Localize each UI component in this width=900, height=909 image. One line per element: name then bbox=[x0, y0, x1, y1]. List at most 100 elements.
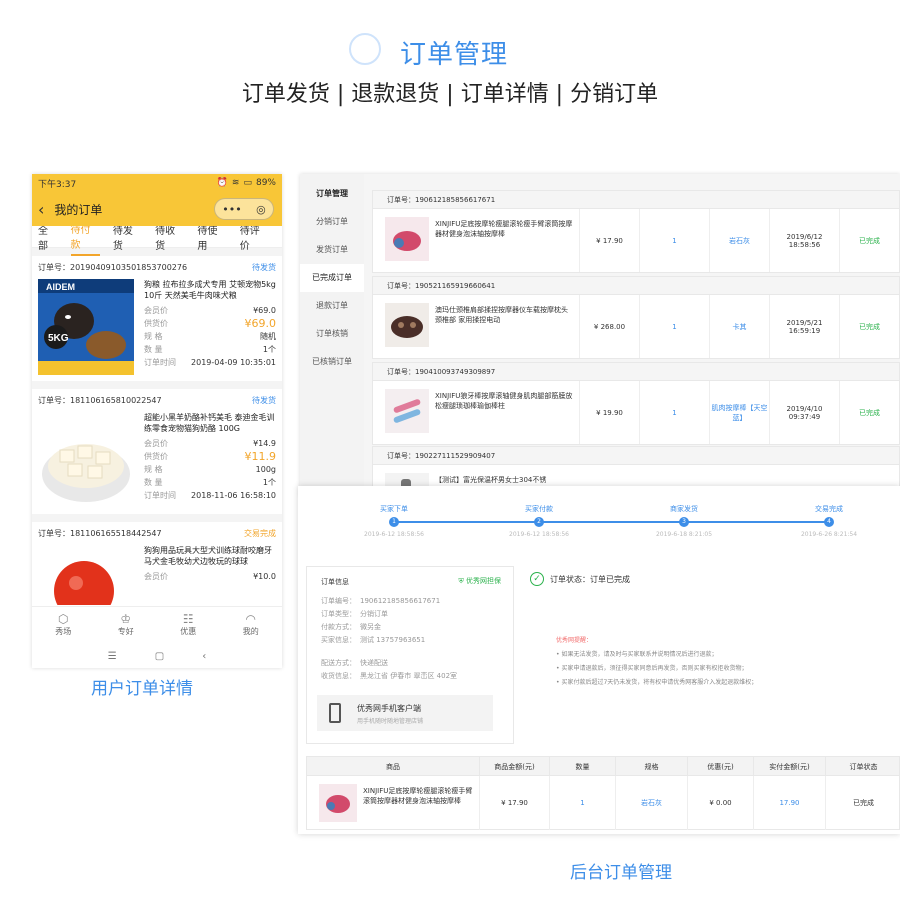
col-header: 商品 bbox=[386, 763, 400, 771]
step-label: 买家付款 bbox=[525, 505, 553, 513]
tip-item: • 买家申请退款后，须征得买家同意后再发货，否则买家有权拒收货物； bbox=[556, 665, 748, 672]
admin-spec: 卡其 bbox=[709, 295, 769, 358]
order-progress-steps: 买家下单 1 2019-6-12 18:58:56 买家付款 2 2019-6-… bbox=[298, 486, 900, 546]
sidebar-item-verify[interactable]: 订单核销 bbox=[300, 320, 364, 348]
admin-status: 已完成 bbox=[839, 209, 899, 272]
page-title: 订单管理 bbox=[400, 40, 509, 70]
admin-order-card: 订单号：190612185856617671 XINJIFU足底按摩轮瘦腿滚轮瘦… bbox=[372, 190, 900, 273]
tab-label: 专好 bbox=[117, 627, 134, 636]
step-label: 买家下单 bbox=[380, 505, 408, 513]
field-label: 会员价 bbox=[144, 439, 168, 448]
bottom-tab-bar: ⬡ 秀场 ♔ 专好 ☷ 优惠 ◠ 我的 bbox=[32, 606, 282, 642]
admin-time: 2019/6/12 18:58:56 bbox=[769, 209, 839, 272]
sidebar-item-distribution[interactable]: 分销订单 bbox=[300, 208, 364, 236]
weight-badge-text: 5KG bbox=[48, 333, 69, 344]
order-info-panel: 订单信息 ⛨ 优秀网担保 订单编号： 190612185856617671 订单类… bbox=[306, 566, 514, 744]
mobile-app-card[interactable]: 优秀网手机客户端 用手机随时随地管理店铺 bbox=[317, 695, 493, 731]
admin-time: 2019/5/21 16:59:19 bbox=[769, 295, 839, 358]
system-nav-bar: ☰ ▢ ‹ bbox=[32, 644, 282, 668]
tab-favorites[interactable]: ♔ 专好 bbox=[118, 612, 134, 637]
field-label: 订单时间 bbox=[144, 491, 176, 500]
wifi-icon: ≋ bbox=[231, 178, 240, 188]
alarm-icon: ⏰ bbox=[216, 178, 228, 188]
field-label: 规 格 bbox=[144, 332, 163, 341]
tip-item: • 如果无法发货，请及时与买家联系并说明情况后进行退款； bbox=[556, 651, 718, 658]
tips-heading: 优秀网提醒： bbox=[556, 637, 593, 644]
supply-price: ¥69.0 bbox=[244, 317, 277, 330]
field-label: 数 量 bbox=[144, 478, 163, 487]
field-label: 会员价 bbox=[144, 306, 168, 315]
admin-product-name: 澳玛仕颈椎肩部揉捏按摩器仪车载按摩枕头颈椎部 家用揉捏电动 bbox=[435, 306, 568, 324]
menu-icon[interactable]: ☰ bbox=[108, 651, 117, 662]
admin-order-row[interactable]: XINJIFU狼牙棒按摩滚轴健身肌肉腿部筋膜放松瘦腿琐珈棒瑜伽棒柱 ¥ 19.9… bbox=[373, 381, 899, 444]
spec-value: 随机 bbox=[260, 332, 276, 341]
battery-level: 89% bbox=[255, 178, 276, 188]
order-status: 待发货 bbox=[252, 263, 276, 272]
product-thumb bbox=[319, 784, 357, 822]
tab-showroom[interactable]: ⬡ 秀场 bbox=[55, 612, 71, 637]
admin-spec: 肌肉按摩棒【天空蓝】 bbox=[709, 381, 769, 444]
product-name: 狗狗用品玩具大型犬训练球耐咬磨牙马犬金毛牧幼犬边牧玩的球球 bbox=[144, 546, 272, 566]
more-dots-icon[interactable]: ••• bbox=[222, 203, 241, 216]
product-thumb bbox=[385, 303, 429, 347]
check-circle-icon: ✓ bbox=[530, 572, 544, 586]
miniapp-capsule[interactable]: ••• ◎ bbox=[214, 198, 274, 220]
sidebar-item-refund[interactable]: 退款订单 bbox=[300, 292, 364, 320]
admin-product-name: XINJIFU足底按摩轮瘦腿滚轮瘦手臂滚筒按摩器材健身泡沫轴按摩棒 bbox=[435, 220, 573, 238]
order-status-line: ✓ 订单状态：订单已完成 bbox=[530, 572, 630, 586]
back-icon[interactable]: ‹ bbox=[202, 651, 206, 662]
table-paid: 17.90 bbox=[753, 776, 825, 830]
sidebar-item-verified[interactable]: 已核销订单 bbox=[300, 348, 364, 376]
order-item[interactable]: 超能小黑羊奶酪补钙美毛 泰迪金毛训练零食宠物猫狗奶酪 100G 会员价 ¥14.9… bbox=[32, 412, 282, 514]
shield-icon: ⛨ bbox=[458, 577, 464, 585]
admin-order-row[interactable]: XINJIFU足底按摩轮瘦腿滚轮瘦手臂滚筒按摩器材健身泡沫轴按摩棒 ¥ 17.9… bbox=[373, 209, 899, 272]
step-dot: 1 bbox=[389, 517, 399, 527]
admin-order-number: 订单号：190410093749309897 bbox=[373, 363, 899, 381]
step-complete: 交易完成 4 2019-6-26 8:21:54 bbox=[774, 504, 884, 538]
order-status: 交易完成 bbox=[244, 529, 276, 538]
table-row[interactable]: XINJIFU足底按摩轮瘦腿滚轮瘦手臂滚筒按摩器材健身泡沫轴按摩棒 ¥ 17.9… bbox=[306, 776, 900, 830]
admin-order-list: 订单管理 分销订单 发货订单 已完成订单 退款订单 订单核销 已核销订单 订单号… bbox=[300, 174, 900, 496]
col-header: 规格 bbox=[615, 757, 687, 777]
home-icon[interactable]: ▢ bbox=[155, 651, 164, 662]
close-target-icon[interactable]: ◎ bbox=[256, 203, 266, 216]
back-arrow-icon[interactable]: ‹ bbox=[38, 200, 44, 219]
col-header: 订单状态 bbox=[825, 757, 900, 777]
sidebar-heading: 订单管理 bbox=[316, 189, 348, 198]
admin-order-card: 订单号：190521165919660641 澳玛仕颈椎肩部揉捏按摩器仪车载按摩… bbox=[372, 276, 900, 359]
order-number: 订单号：181106165518442547 bbox=[38, 529, 162, 538]
page-subtitle: 订单发货 | 退款退货 | 订单详情 | 分销订单 bbox=[241, 82, 659, 107]
buyer-info-value: 测试 13757963651 bbox=[360, 636, 426, 644]
showroom-icon: ⬡ bbox=[58, 612, 69, 626]
admin-qty: 1 bbox=[639, 381, 709, 444]
col-header: 商品金额(元) bbox=[479, 757, 549, 777]
sidebar-item-completed[interactable]: 已完成订单 bbox=[300, 264, 364, 292]
order-status: 待发货 bbox=[252, 396, 276, 405]
admin-price: ¥ 19.90 bbox=[579, 381, 639, 444]
promo-canvas: 订单管理 订单发货 | 退款退货 | 订单详情 | 分销订单 下午3:37 ⏰ … bbox=[0, 0, 900, 909]
sidebar-item-shipping[interactable]: 发货订单 bbox=[300, 236, 364, 264]
admin-order-card: 订单号：190410093749309897 XINJIFU狼牙棒按摩滚轴健身肌… bbox=[372, 362, 900, 445]
info-row: 买家信息： 测试 13757963651 bbox=[321, 636, 426, 644]
step-dot: 4 bbox=[824, 517, 834, 527]
admin-sidebar: 订单管理 分销订单 发货订单 已完成订单 退款订单 订单核销 已核销订单 bbox=[300, 174, 364, 496]
tip-item: • 买家付款后超过7天仍未发货，将有权申请优秀网客服介入发起退款维权； bbox=[556, 679, 758, 686]
step-dot: 3 bbox=[679, 517, 689, 527]
tab-mine[interactable]: ◠ 我的 bbox=[243, 612, 259, 637]
seller-tips: 优秀网提醒： • 如果无法发货，请及时与买家联系并说明情况后进行退款； • 买家… bbox=[556, 634, 757, 690]
phone-icon bbox=[329, 703, 341, 723]
table-spec: 岩石灰 bbox=[615, 776, 687, 830]
admin-price: ¥ 268.00 bbox=[579, 295, 639, 358]
admin-order-detail: 买家下单 1 2019-6-12 18:58:56 买家付款 2 2019-6-… bbox=[298, 486, 900, 834]
admin-order-number: 订单号：190612185856617671 bbox=[373, 191, 899, 209]
order-tabs: 全部 待付款 待发货 待收货 待使用 待评价 bbox=[32, 225, 282, 256]
field-label: 订单时间 bbox=[144, 358, 176, 367]
step-time: 2019-6-18 8:21:05 bbox=[655, 531, 713, 538]
tab-discounts[interactable]: ☷ 优惠 bbox=[180, 612, 196, 637]
order-item[interactable]: AIDEM 5KG 狗粮 拉布拉多成犬专用 艾顿宠物5kg 10斤 天然美毛牛肉… bbox=[32, 279, 282, 381]
step-time: 2019-6-26 8:21:54 bbox=[800, 531, 858, 538]
admin-order-row[interactable]: 澳玛仕颈椎肩部揉捏按摩器仪车载按摩枕头颈椎部 家用揉捏电动 ¥ 268.00 1… bbox=[373, 295, 899, 358]
admin-main: 订单号：190612185856617671 XINJIFU足底按摩轮瘦腿滚轮瘦… bbox=[364, 174, 900, 496]
order-goods-table: 商品 商品金额(元) 数量 规格 优惠(元) 实付金额(元) 订单状态 XINJ… bbox=[306, 756, 900, 830]
product-thumb bbox=[385, 217, 429, 261]
